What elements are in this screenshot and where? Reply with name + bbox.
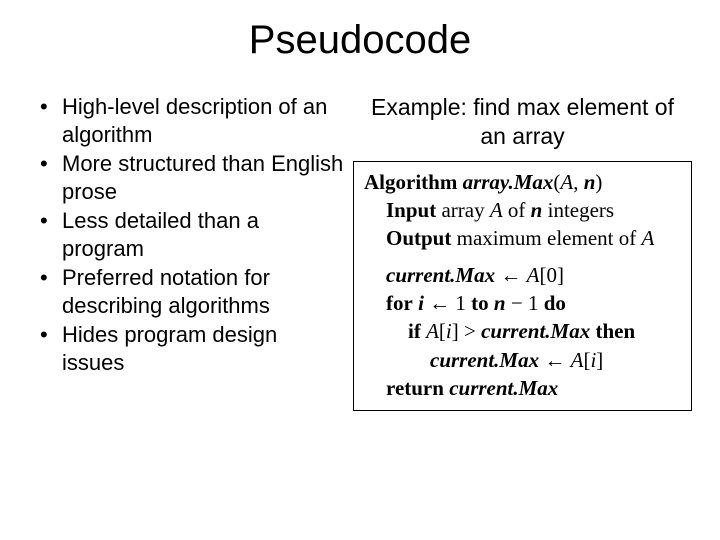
literal-one: 1 xyxy=(455,291,471,315)
assign-arrow: ← xyxy=(539,348,571,372)
blank-line xyxy=(364,253,681,261)
index-zero: 0 xyxy=(546,263,557,287)
var-a: A xyxy=(490,198,503,222)
param-n: n xyxy=(584,170,596,194)
gt-sign: > xyxy=(459,319,481,343)
list-item: Hides program design issues xyxy=(40,321,345,376)
keyword-do: do xyxy=(544,291,566,315)
example-heading: Example: find max element of an array xyxy=(353,93,692,151)
minus-sign: − xyxy=(506,291,528,315)
inner-assign-line: current.Max ← A[i] xyxy=(364,346,681,374)
assign-arrow: ← xyxy=(495,263,527,287)
list-item: High-level description of an algorithm xyxy=(40,93,345,148)
text: of xyxy=(503,198,531,222)
keyword-algorithm: Algorithm xyxy=(364,170,457,194)
pseudocode-box: Algorithm array.Max(A, n) Input array A … xyxy=(353,161,692,412)
keyword-then: then xyxy=(595,319,635,343)
slide-title: Pseudocode xyxy=(0,0,720,93)
bullet-list: High-level description of an algorithm M… xyxy=(40,93,345,376)
param-a: A xyxy=(560,170,573,194)
var-n: n xyxy=(494,291,506,315)
assign-arrow: ← xyxy=(424,291,456,315)
content-row: High-level description of an algorithm M… xyxy=(0,93,720,411)
list-item: Preferred notation for describing algori… xyxy=(40,264,345,319)
algorithm-name: array.Max xyxy=(463,170,554,194)
bracket-close: ] xyxy=(557,263,564,287)
algorithm-header-line: Algorithm array.Max(A, n) xyxy=(364,168,681,196)
output-line: Output maximum element of A xyxy=(364,224,681,252)
var-n: n xyxy=(531,198,543,222)
right-column: Example: find max element of an array Al… xyxy=(353,93,692,411)
list-item: More structured than English prose xyxy=(40,150,345,205)
var-currentmax: current.Max xyxy=(386,263,495,287)
keyword-input: Input xyxy=(386,198,436,222)
var-currentmax: current.Max xyxy=(449,376,558,400)
param-sep: , xyxy=(573,170,584,194)
var-currentmax: current.Max xyxy=(481,319,590,343)
text: array xyxy=(436,198,490,222)
var-a: A xyxy=(426,319,439,343)
var-a: A xyxy=(527,263,540,287)
assign-line: current.Max ← A[0] xyxy=(364,261,681,289)
left-column: High-level description of an algorithm M… xyxy=(40,93,345,411)
bracket-close: ] xyxy=(452,319,459,343)
var-a: A xyxy=(641,226,654,250)
return-line: return current.Max xyxy=(364,374,681,402)
if-line: if A[i] > current.Max then xyxy=(364,317,681,345)
text: maximum element of xyxy=(451,226,641,250)
bracket-open: [ xyxy=(439,319,446,343)
input-line: Input array A of n integers xyxy=(364,196,681,224)
for-line: for i ← 1 to n − 1 do xyxy=(364,289,681,317)
text: integers xyxy=(542,198,614,222)
bracket-close: ] xyxy=(596,348,603,372)
keyword-return: return xyxy=(386,376,444,400)
literal-one: 1 xyxy=(528,291,544,315)
keyword-if: if xyxy=(408,319,421,343)
keyword-for: for xyxy=(386,291,413,315)
var-currentmax: current.Max xyxy=(430,348,539,372)
var-a: A xyxy=(571,348,584,372)
list-item: Less detailed than a program xyxy=(40,207,345,262)
keyword-to: to xyxy=(471,291,489,315)
keyword-output: Output xyxy=(386,226,451,250)
paren-close: ) xyxy=(595,170,602,194)
